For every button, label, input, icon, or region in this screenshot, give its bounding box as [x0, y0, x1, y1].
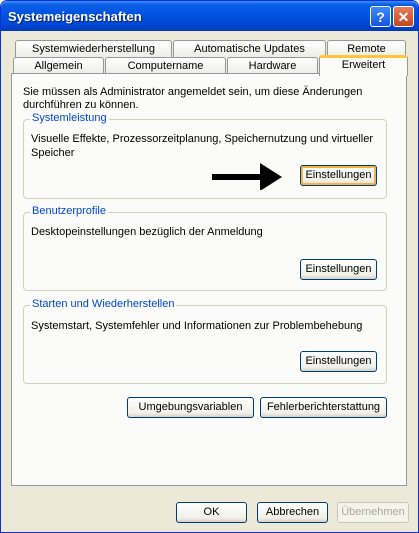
ok-button[interactable]: OK	[176, 502, 247, 523]
error-reporting-button[interactable]: Fehlerberichterstattung	[260, 397, 387, 418]
startup-description: Systemstart, Systemfehler und Informatio…	[31, 320, 363, 332]
help-button[interactable]: ?	[370, 6, 391, 27]
profiles-group: Benutzerprofile Desktopeinstellungen bez…	[23, 205, 387, 291]
performance-group-title: Systemleistung	[30, 112, 109, 124]
apply-button: Übernehmen	[337, 502, 409, 523]
title-bar[interactable]: Systemeigenschaften ? ✕	[1, 1, 418, 31]
admin-info-line-1: Sie müssen als Administrator angemeldet …	[23, 86, 363, 98]
performance-group: Systemleistung Visuelle Effekte, Prozess…	[23, 112, 387, 199]
profiles-group-title: Benutzerprofile	[30, 205, 108, 217]
startup-group-title: Starten und Wiederherstellen	[30, 298, 177, 310]
tab-erweitert[interactable]: Erweitert	[319, 55, 408, 76]
profiles-settings-button[interactable]: Einstellungen	[300, 259, 377, 280]
admin-info-text: Sie müssen als Administrator angemeldet …	[23, 86, 362, 112]
close-button[interactable]: ✕	[393, 6, 414, 27]
tab-automatische-updates[interactable]: Automatische Updates	[173, 40, 326, 58]
cancel-button[interactable]: Abbrechen	[257, 502, 328, 523]
performance-description-1: Visuelle Effekte, Prozessorzeitplanung, …	[31, 133, 374, 145]
system-properties-window: Systemeigenschaften ? ✕ Systemwiederhers…	[0, 0, 419, 533]
startup-settings-button[interactable]: Einstellungen	[300, 351, 377, 372]
admin-info-line-2: durchführen zu können.	[23, 99, 139, 111]
window-title: Systemeigenschaften	[8, 9, 142, 24]
startup-group: Starten und Wiederherstellen Systemstart…	[23, 298, 387, 384]
tab-systemwiederherstellung[interactable]: Systemwiederherstellung	[15, 40, 172, 58]
environment-variables-button[interactable]: Umgebungsvariablen	[127, 397, 254, 418]
performance-description-2: Speicher	[31, 147, 75, 159]
profiles-description: Desktopeinstellungen bezüglich der Anmel…	[31, 226, 263, 238]
right-arrow-icon	[212, 163, 282, 190]
performance-settings-button[interactable]: Einstellungen	[300, 165, 377, 186]
